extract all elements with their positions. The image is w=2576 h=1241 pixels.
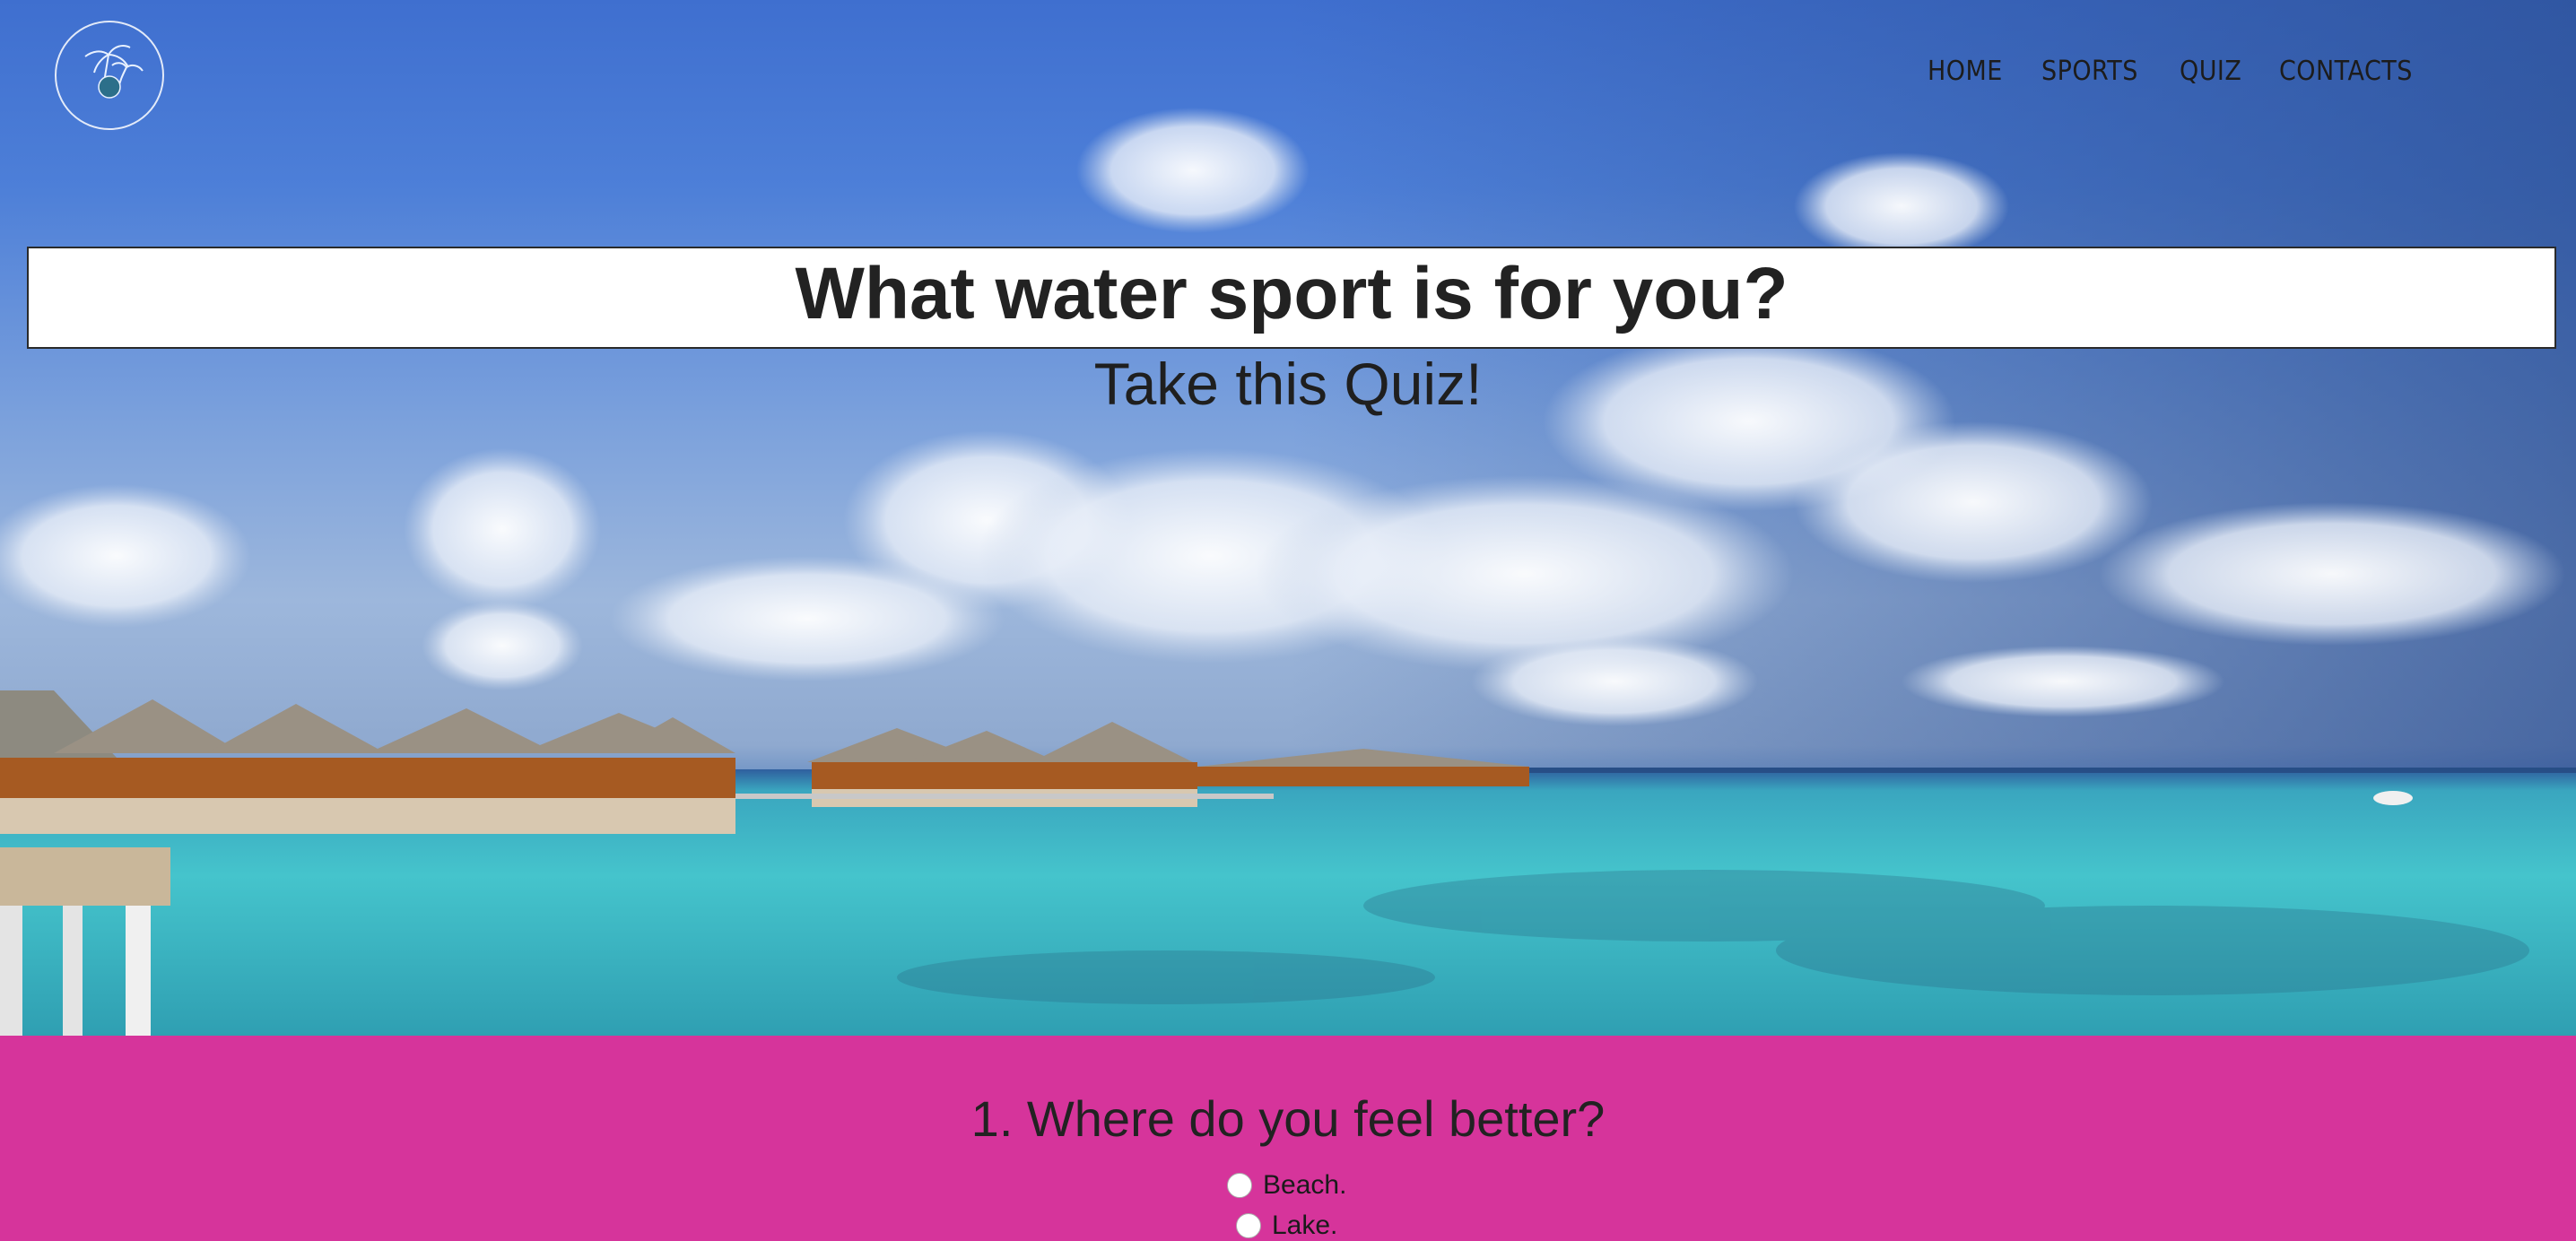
- radio-button-beach[interactable]: [1227, 1173, 1252, 1198]
- quiz-option-label: Lake.: [1272, 1211, 1338, 1240]
- quiz-option-beach[interactable]: Beach.: [1227, 1170, 1346, 1201]
- page-subtitle: Take this Quiz!: [1093, 351, 1483, 417]
- radio-button-lake[interactable]: [1236, 1213, 1261, 1238]
- site-logo[interactable]: [55, 21, 164, 130]
- nav-contacts-link[interactable]: CONTACTS: [2279, 56, 2413, 87]
- hero-section: HOME SPORTS QUIZ CONTACTS What water spo…: [0, 0, 2576, 1036]
- nav-home-link[interactable]: HOME: [1928, 56, 2003, 87]
- quiz-option-lake[interactable]: Lake.: [1236, 1211, 1337, 1241]
- nav-sports-link[interactable]: SPORTS: [2041, 56, 2138, 87]
- quiz-section: 1. Where do you feel better? Beach. Lake…: [0, 1036, 2576, 1240]
- title-banner: What water sport is for you?: [27, 247, 2556, 349]
- page-title: What water sport is for you?: [795, 253, 1788, 334]
- main-nav: HOME SPORTS QUIZ CONTACTS: [1928, 56, 2427, 87]
- hero-background-image: [0, 0, 2576, 1036]
- quiz-question: 1. Where do you feel better?: [970, 1090, 1606, 1147]
- nav-quiz-link[interactable]: QUIZ: [2180, 56, 2241, 87]
- palm-tree-logo-icon: [84, 45, 144, 99]
- quiz-option-label: Beach.: [1263, 1170, 1347, 1200]
